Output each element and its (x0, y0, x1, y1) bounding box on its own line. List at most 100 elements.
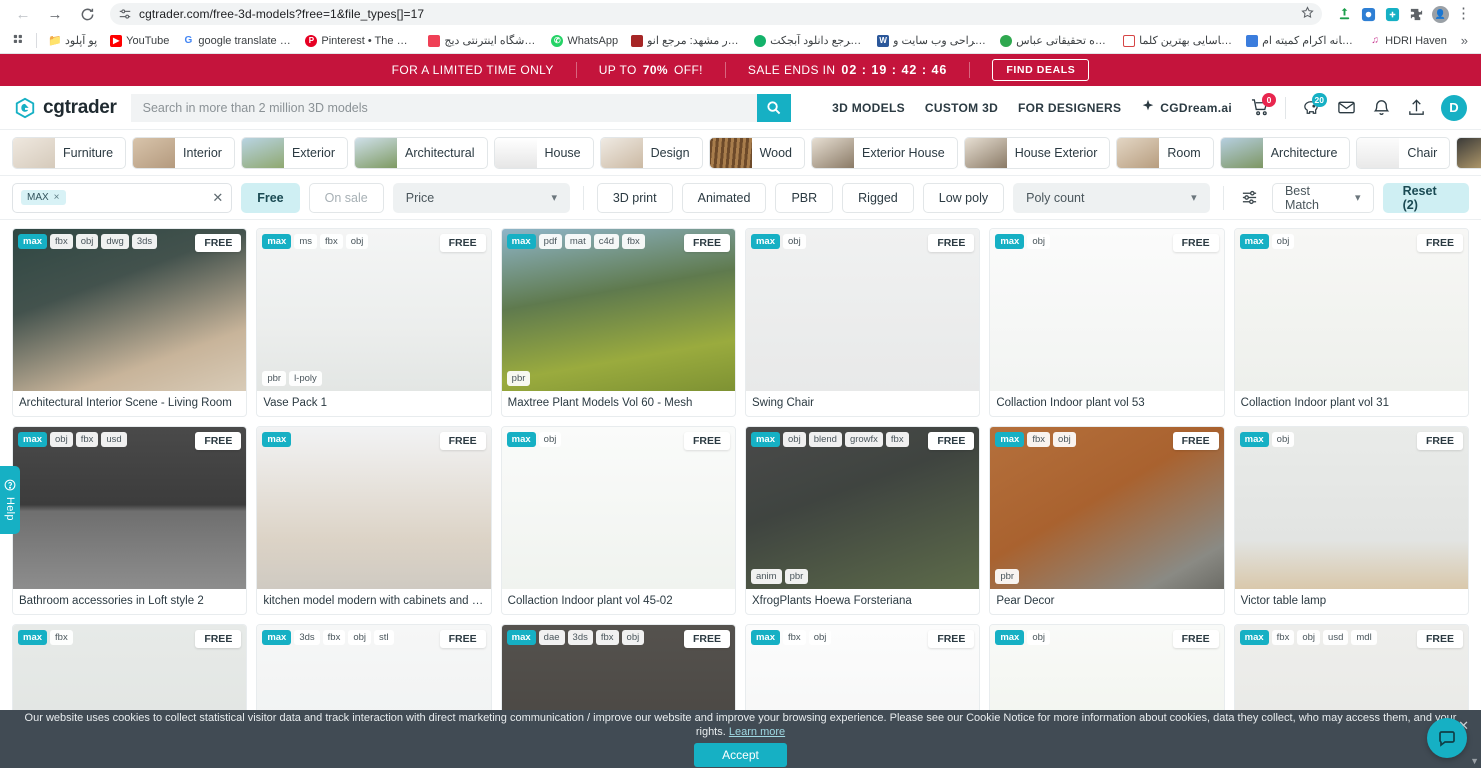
product-title[interactable]: Swing Chair (746, 391, 979, 416)
filter-3d-print-button[interactable]: 3D print (596, 182, 673, 213)
category-chip-interior[interactable]: Interior (132, 136, 235, 169)
product-card[interactable]: max obj fbx usd FREE Bathroom accessories in … (12, 426, 248, 615)
bookmark-item[interactable]: سامانه اکرام کمیته ام... (1241, 32, 1361, 49)
category-chip-chair[interactable]: Chair (1356, 136, 1451, 169)
search-input[interactable] (130, 93, 757, 122)
category-chip-exterior-house[interactable]: Exterior House (811, 136, 958, 169)
bookmark-item[interactable]: گروه تحقیقاتی عباس... (995, 32, 1115, 49)
bookmark-item[interactable]: شناسایی بهترین کلما... (1118, 32, 1238, 49)
category-chip-table[interactable]: Table (1456, 136, 1481, 169)
apps-grid-icon[interactable] (9, 31, 29, 51)
download-icon[interactable] (1336, 6, 1353, 23)
file-type-filter-input[interactable]: MAX × ✕ (12, 182, 233, 213)
filter-pbr-button[interactable]: PBR (775, 182, 834, 213)
product-title[interactable]: Vase Pack 1 (257, 391, 490, 416)
category-chip-room[interactable]: Room (1116, 136, 1214, 169)
extensions-puzzle-icon[interactable] (1408, 6, 1425, 23)
filter-free-button[interactable]: Free (241, 182, 300, 213)
extension-teal-icon[interactable] (1384, 6, 1401, 23)
bookmark-item[interactable]: ▶ YouTube (105, 33, 174, 49)
product-card[interactable]: max obj FREE Collaction Indoor plant vol 45… (500, 426, 736, 615)
nav-for-designers[interactable]: FOR DESIGNERS (1018, 101, 1121, 115)
bookmark-item[interactable]: G google translate - G... (177, 33, 297, 49)
product-card[interactable]: max ms fbx obj pbr l-poly FREE Vase Pack 1 (256, 228, 492, 417)
product-card[interactable]: max fbx obj pbr FREE Pear Decor (989, 426, 1225, 615)
filter-on-sale-button[interactable]: On sale (308, 182, 384, 213)
product-title[interactable]: kitchen model modern with cabinets and w… (257, 589, 490, 614)
clear-x-icon[interactable]: ✕ (212, 190, 223, 206)
rewards-piggy-icon[interactable]: 20 (1301, 92, 1327, 118)
search-submit-button[interactable] (756, 93, 791, 122)
user-avatar[interactable]: D (1441, 94, 1467, 121)
nav-3d-models[interactable]: 3D MODELS (832, 101, 905, 115)
filter-chip-remove-icon[interactable]: × (54, 192, 60, 203)
filter-poly-count-select[interactable]: Poly count ▾ (1013, 182, 1210, 213)
product-title[interactable]: Architectural Interior Scene - Living Ro… (13, 391, 246, 416)
address-bar[interactable]: cgtrader.com/free-3d-models?free=1&file_… (110, 3, 1322, 25)
cart-icon[interactable]: 0 (1250, 92, 1276, 118)
scrollbar-down-arrow[interactable]: ▼ (1470, 756, 1479, 766)
product-title[interactable]: Collaction Indoor plant vol 31 (1235, 391, 1468, 416)
product-title[interactable]: Pear Decor (990, 589, 1223, 614)
reload-icon[interactable] (74, 1, 100, 27)
cookie-accept-button[interactable]: Accept (694, 743, 787, 768)
sort-select[interactable]: Best Match ▾ (1271, 182, 1374, 213)
filter-sliders-icon[interactable] (1237, 183, 1263, 213)
product-title[interactable]: Victor table lamp (1235, 589, 1468, 614)
category-chip-architectural[interactable]: Architectural (354, 136, 488, 169)
extension-blue-icon[interactable] (1360, 6, 1377, 23)
product-card[interactable]: max obj FREE Victor table lamp (1233, 426, 1469, 615)
filter-rigged-button[interactable]: Rigged (842, 182, 914, 213)
find-deals-button[interactable]: FIND DEALS (992, 59, 1090, 81)
upload-icon[interactable] (1406, 98, 1426, 118)
product-card[interactable]: max pdf mat c4d fbx pbr FREE Maxtree Plant Mode… (500, 228, 736, 417)
messages-envelope-icon[interactable] (1336, 98, 1356, 118)
product-card[interactable]: max obj blend growfx fbx anim pbr FREE XfrogPlan… (744, 426, 981, 615)
category-chip-house-exterior[interactable]: House Exterior (963, 136, 1111, 169)
filter-animated-button[interactable]: Animated (681, 182, 767, 213)
product-card[interactable]: max obj FREE Collaction Indoor plant vol 31 (1233, 228, 1469, 417)
bookmark-item[interactable]: W طراحی وب سایت و... (872, 32, 992, 49)
bookmark-item[interactable]: فروشگاه اینترنتی دیج... (423, 32, 543, 49)
filter-price-select[interactable]: Price ▾ (392, 182, 570, 213)
bookmark-item[interactable]: ♫ HDRI Haven (1364, 33, 1452, 49)
filter-low-poly-button[interactable]: Low poly (922, 182, 1005, 213)
product-title[interactable]: XfrogPlants Hoewa Forsteriana (746, 589, 979, 614)
browser-profile-avatar[interactable]: 👤 (1432, 5, 1449, 23)
nav-cgdream-ai[interactable]: CGDream.ai (1141, 99, 1232, 116)
filter-chip-max[interactable]: MAX × (21, 190, 66, 205)
forward-arrow-icon[interactable]: → (42, 1, 68, 27)
product-card[interactable]: max obj FREE Swing Chair (744, 228, 981, 417)
bookmark-item[interactable]: ✆ WhatsApp (546, 33, 623, 49)
product-title[interactable]: Maxtree Plant Models Vol 60 - Mesh (502, 391, 735, 416)
product-title[interactable]: Collaction Indoor plant vol 45-02 (502, 589, 735, 614)
notifications-bell-icon[interactable] (1371, 98, 1391, 118)
bookmark-item[interactable]: P Pinterest • The worl... (300, 33, 420, 49)
bookmark-item[interactable]: مرجع دانلود آبجکت... (749, 32, 869, 49)
nav-custom-3d[interactable]: CUSTOM 3D (925, 101, 998, 115)
bookmark-item[interactable]: دیوار مشهد: مرجع انو... (626, 32, 746, 49)
category-chip-wood[interactable]: Wood (708, 136, 805, 169)
reset-filters-button[interactable]: Reset (2) (1382, 182, 1469, 213)
bookmarks-overflow-icon[interactable]: » (1457, 33, 1472, 48)
cgtrader-logo[interactable]: cgtrader (14, 97, 117, 119)
product-card[interactable]: max fbx obj dwg 3ds FREE Architectural Interio… (12, 228, 248, 417)
cookie-learn-more-link[interactable]: Learn more (729, 726, 785, 738)
site-settings-icon[interactable] (118, 7, 132, 21)
bookmark-star-icon[interactable] (1301, 6, 1314, 22)
product-card[interactable]: max FREE kitchen model modern with cabinet… (256, 426, 492, 615)
category-chip-furniture[interactable]: Furniture (12, 136, 127, 169)
category-chip-architecture[interactable]: Architecture (1219, 136, 1351, 169)
chat-bubble-icon[interactable] (1427, 718, 1467, 758)
help-tab[interactable]: Help (0, 466, 20, 534)
category-chip-house[interactable]: House (493, 136, 594, 169)
product-card[interactable]: max obj FREE Collaction Indoor plant vol 53 (989, 228, 1225, 417)
category-chip-design[interactable]: Design (599, 136, 703, 169)
category-chip-exterior[interactable]: Exterior (240, 136, 349, 169)
browser-menu-icon[interactable]: ⋮ (1456, 6, 1471, 21)
format-tag: max (1239, 234, 1269, 250)
back-arrow-icon[interactable]: ← (10, 1, 36, 27)
product-title[interactable]: Bathroom accessories in Loft style 2 (13, 589, 246, 614)
bookmark-item[interactable]: 📁 پو آپلود (44, 32, 102, 49)
product-title[interactable]: Collaction Indoor plant vol 53 (990, 391, 1223, 416)
